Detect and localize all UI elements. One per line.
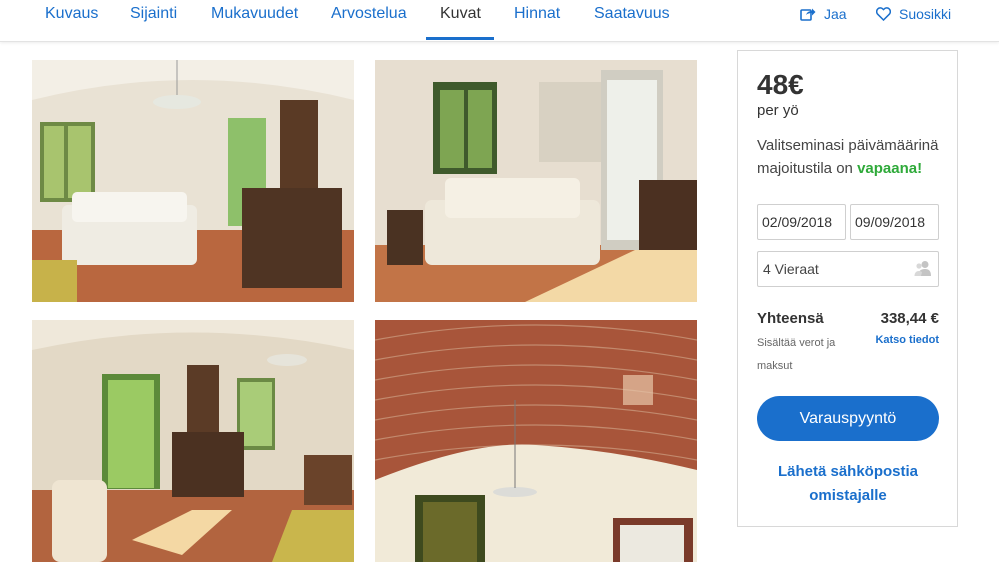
room-with-dresser-photo-icon: [32, 320, 354, 562]
see-details-link[interactable]: Katso tiedot: [875, 334, 939, 346]
guests-icon: [914, 261, 931, 276]
brick-vaulted-ceiling-photo-icon: [375, 320, 697, 562]
tab-hinnat[interactable]: Hinnat: [514, 0, 560, 42]
per-night-label: per yö: [757, 102, 799, 119]
tab-kuvaus[interactable]: Kuvaus: [45, 0, 98, 42]
living-room-photo-icon: [32, 60, 354, 302]
tab-kuvat[interactable]: Kuvat: [440, 0, 481, 42]
active-tab-indicator: [426, 37, 494, 40]
checkin-date-field[interactable]: 02/09/2018: [757, 204, 846, 240]
photo-sofa-room[interactable]: [375, 60, 697, 302]
share-label: Jaa: [824, 6, 847, 22]
tab-mukavuudet[interactable]: Mukavuudet: [211, 0, 298, 42]
photo-room-with-dresser[interactable]: [32, 320, 354, 562]
share-button[interactable]: Jaa: [800, 0, 847, 28]
tax-note: Sisältää verot ja maksut: [757, 337, 836, 372]
sofa-room-photo-icon: [375, 60, 697, 302]
tab-sijainti[interactable]: Sijainti: [130, 0, 177, 42]
booking-card: 48€ per yö Valitseminasi päivämäärinä ma…: [737, 50, 958, 527]
top-navigation: Kuvaus Sijainti Mukavuudet Arvostelua Ku…: [0, 0, 999, 42]
availability-status: vapaana!: [857, 160, 923, 177]
guests-label: 4 Vieraat: [763, 261, 819, 277]
share-icon: [800, 7, 816, 21]
tab-saatavuus[interactable]: Saatavuus: [594, 0, 670, 42]
email-owner-link[interactable]: Lähetä sähköpostia omistajalle: [757, 460, 939, 508]
checkout-date-field[interactable]: 09/09/2018: [850, 204, 939, 240]
total-price: 338,44 €: [880, 310, 939, 327]
photo-brick-ceiling[interactable]: [375, 320, 697, 562]
tab-arvostelua[interactable]: Arvostelua: [331, 0, 407, 42]
price-per-night: 48€: [757, 69, 804, 100]
availability-text: Valitseminasi päivämäärinä majoitustila …: [757, 134, 947, 180]
guests-selector[interactable]: 4 Vieraat: [757, 251, 939, 287]
favorite-label: Suosikki: [899, 6, 952, 22]
photo-living-room[interactable]: [32, 60, 354, 302]
heart-icon: [876, 7, 891, 21]
favorite-button[interactable]: Suosikki: [876, 0, 951, 28]
total-label: Yhteensä: [757, 310, 824, 327]
booking-request-button[interactable]: Varauspyyntö: [757, 396, 939, 441]
